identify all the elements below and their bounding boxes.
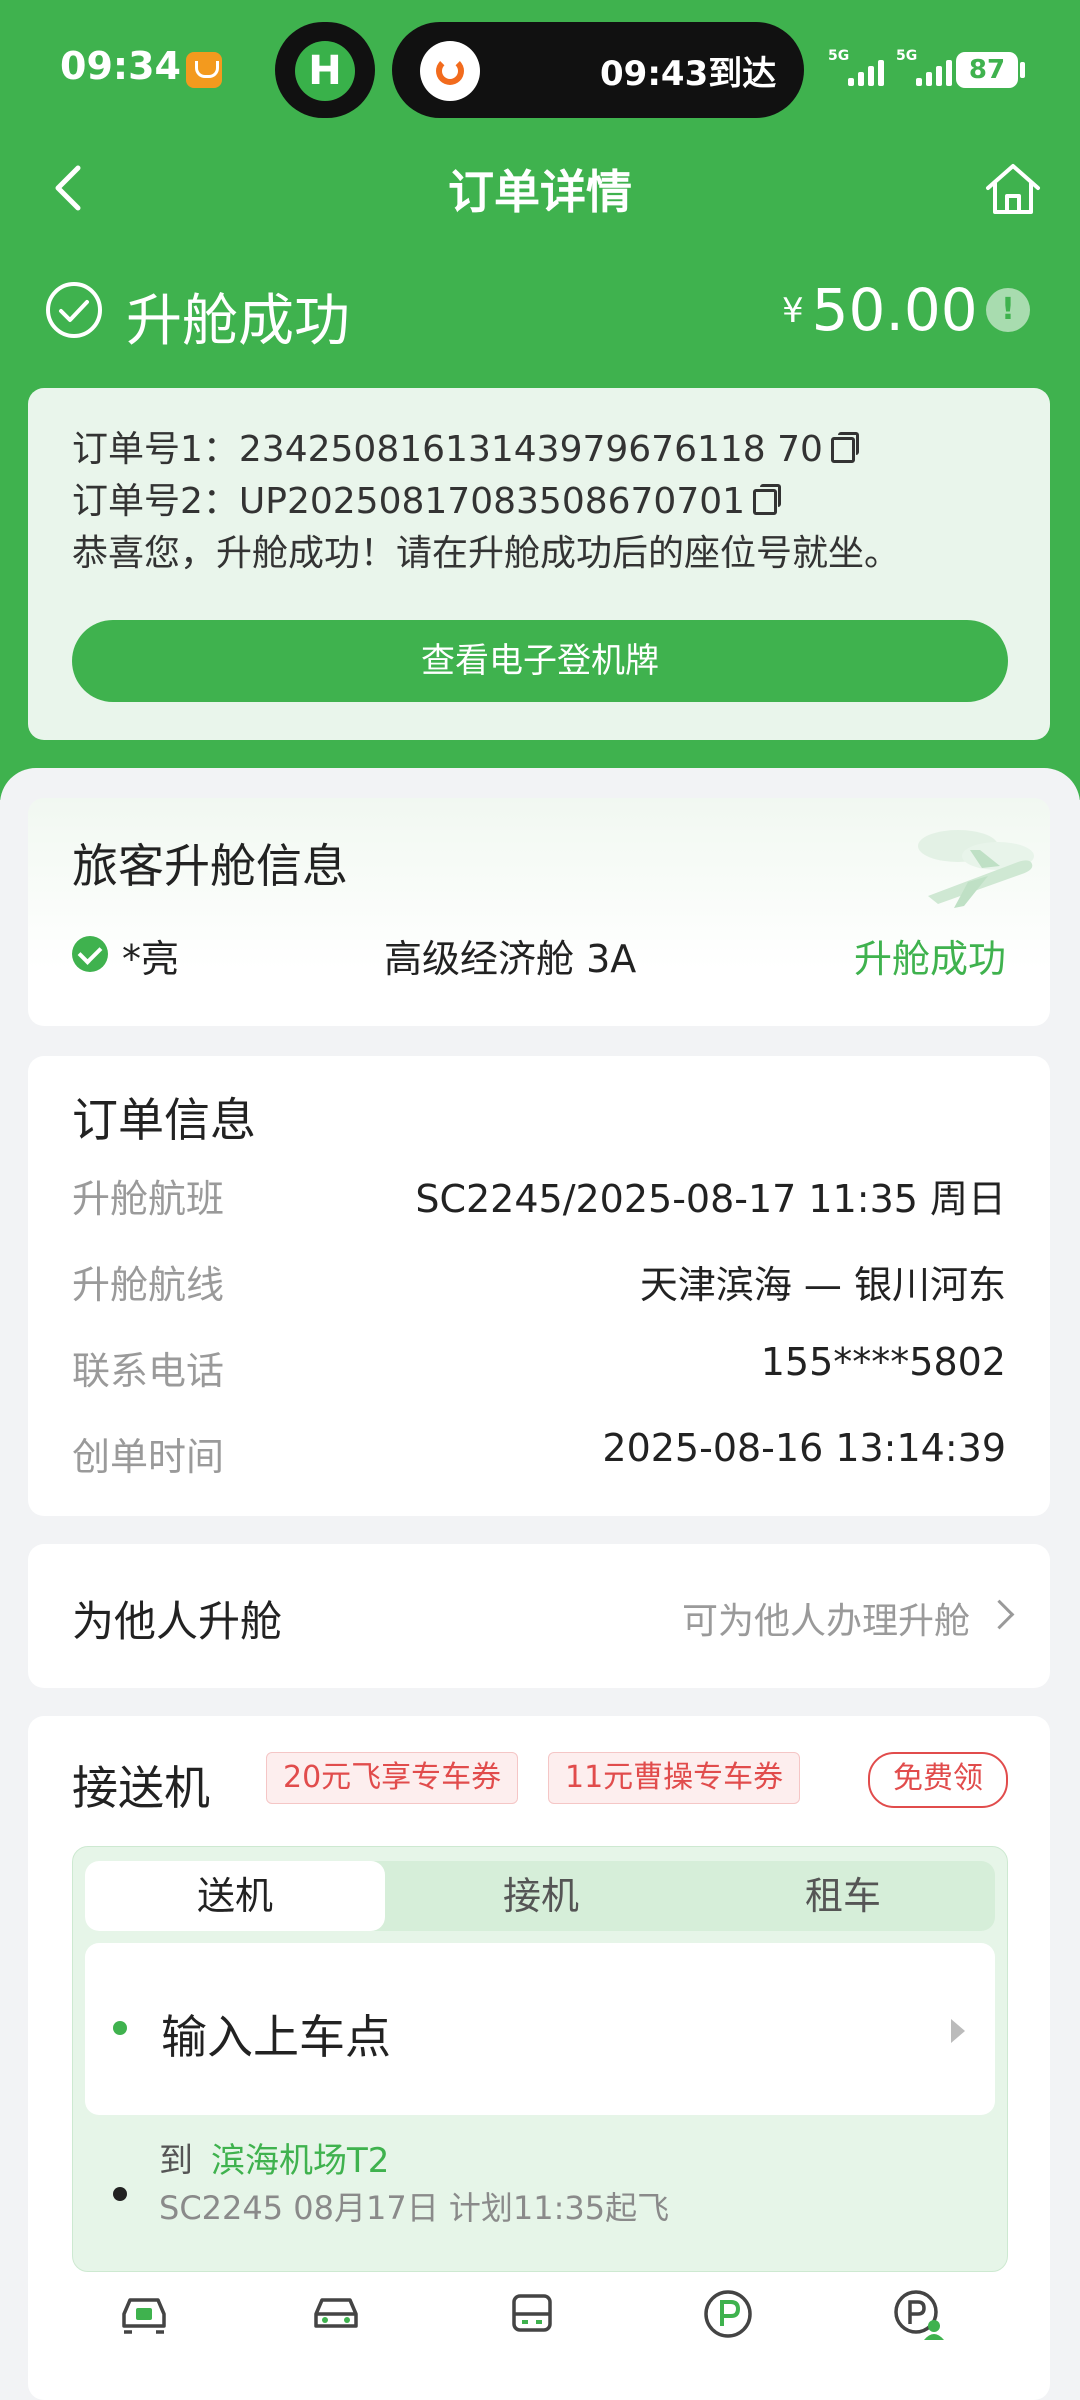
order-number-1-text: 订单号1：23425081613143979676118 70	[72, 429, 823, 470]
express-car-icon[interactable]	[116, 2286, 172, 2342]
info-value: 天津滨海 — 银川河东	[639, 1263, 1006, 1307]
upgrade-for-others-hint: 可为他人办理升舱	[681, 1601, 970, 1642]
network-type-1: 5G	[828, 48, 850, 64]
copy-icon[interactable]	[830, 432, 859, 463]
info-value: 155****5802	[760, 1340, 1006, 1384]
check-circle-icon	[46, 282, 102, 338]
battery-tip	[1020, 62, 1025, 78]
bus-icon[interactable]	[504, 2286, 560, 2342]
battery-indicator: 87	[956, 52, 1018, 88]
arrow-right-icon	[951, 2019, 965, 2043]
transfer-title: 接送机	[72, 1761, 210, 1815]
order-info-title: 订单信息	[72, 1093, 256, 1147]
price-amount: 50.00	[811, 276, 978, 344]
success-message: 恭喜您，升舱成功！请在升舱成功后的座位号就坐。	[72, 533, 901, 574]
order-info-card: 订单信息 升舱航班 SC2245/2025-08-17 11:35 周日 升舱航…	[28, 1056, 1050, 1516]
info-value: 2025-08-16 13:14:39	[602, 1426, 1006, 1470]
passenger-seat: 高级经济舱 3A	[384, 937, 637, 981]
car-icon[interactable]	[308, 2286, 364, 2342]
status-time: 09:34	[60, 44, 181, 88]
info-row-flight: 升舱航班 SC2245/2025-08-17 11:35 周日	[72, 1168, 1006, 1224]
order-number-2: 订单号2：UP20250817083508670701	[72, 472, 782, 524]
info-value: SC2245/2025-08-17 11:35 周日	[415, 1177, 1006, 1221]
network-type-2: 5G	[896, 48, 918, 64]
passenger-card-title: 旅客升舱信息	[72, 839, 348, 893]
service-icon-row	[28, 2276, 1050, 2366]
upgrade-for-others-title: 为他人升舱	[72, 1597, 283, 1646]
didi-icon	[420, 41, 480, 101]
info-row-phone: 联系电话 155****5802	[72, 1340, 1006, 1396]
transfer-panel: 送机 接机 租车 输入上车点 到 滨海机场T2 SC2245 08月17日 计划…	[72, 1846, 1008, 2272]
upgrade-status-title: 升舱成功	[126, 289, 350, 354]
tab-dropoff[interactable]: 送机	[85, 1861, 385, 1931]
coupon-badge[interactable]: 11元曹操专车券	[548, 1752, 801, 1804]
parking-icon[interactable]	[700, 2286, 756, 2342]
chevron-right-icon	[984, 1599, 1015, 1630]
claim-free-button[interactable]: 免费领	[868, 1752, 1008, 1808]
copy-icon[interactable]	[753, 484, 782, 515]
start-dot	[113, 2021, 127, 2035]
parking-user-icon[interactable]	[890, 2286, 946, 2342]
price: ¥50.00	[782, 276, 978, 344]
pickup-point-placeholder: 输入上车点	[161, 2010, 391, 2064]
end-dot	[113, 2187, 127, 2201]
check-icon	[72, 936, 108, 972]
passenger-upgrade-card: 旅客升舱信息 *亮 高级经济舱 3A 升舱成功	[28, 798, 1050, 1026]
passenger-status: 升舱成功	[853, 937, 1006, 981]
order-summary-box: 订单号1：23425081613143979676118 70 订单号2：UP2…	[28, 388, 1050, 740]
info-label: 创单时间	[72, 1435, 225, 1479]
order-number-2-text: 订单号2：UP20250817083508670701	[72, 481, 746, 522]
flight-schedule: SC2245 08月17日 计划11:35起飞	[159, 2189, 670, 2227]
info-row-route: 升舱航线 天津滨海 — 银川河东	[72, 1254, 1006, 1310]
island-arrival-text: 09:43到达	[600, 54, 777, 94]
tab-pickup[interactable]: 接机	[391, 1861, 691, 1931]
info-label: 升舱航班	[72, 1177, 225, 1221]
notification-app-icon	[186, 52, 222, 88]
currency-symbol: ¥	[782, 291, 804, 331]
destination-name[interactable]: 滨海机场T2	[211, 2133, 389, 2182]
tab-car-rental[interactable]: 租车	[693, 1861, 993, 1931]
plane-icon	[918, 830, 1034, 908]
pickup-point-input[interactable]: 输入上车点	[85, 1943, 995, 2115]
app-badge-icon: H	[295, 41, 355, 101]
info-label: 升舱航线	[72, 1263, 225, 1307]
info-row-created: 创单时间 2025-08-16 13:14:39	[72, 1426, 1006, 1482]
home-icon[interactable]	[982, 158, 1044, 220]
info-label: 联系电话	[72, 1349, 225, 1393]
view-boarding-pass-button[interactable]: 查看电子登机牌	[72, 620, 1008, 702]
upgrade-for-others-row[interactable]: 为他人升舱 可为他人办理升舱	[28, 1544, 1050, 1688]
destination-prefix: 到	[159, 2141, 193, 2181]
passenger-name: *亮	[122, 937, 180, 981]
page-title: 订单详情	[448, 165, 632, 219]
info-icon[interactable]: !	[986, 288, 1030, 332]
coupon-badge[interactable]: 20元飞享专车券	[266, 1752, 519, 1804]
status-bar: 09:34 H 09:43到达 5G 5G 87	[0, 0, 1080, 140]
order-number-1: 订单号1：23425081613143979676118 70	[72, 420, 859, 472]
